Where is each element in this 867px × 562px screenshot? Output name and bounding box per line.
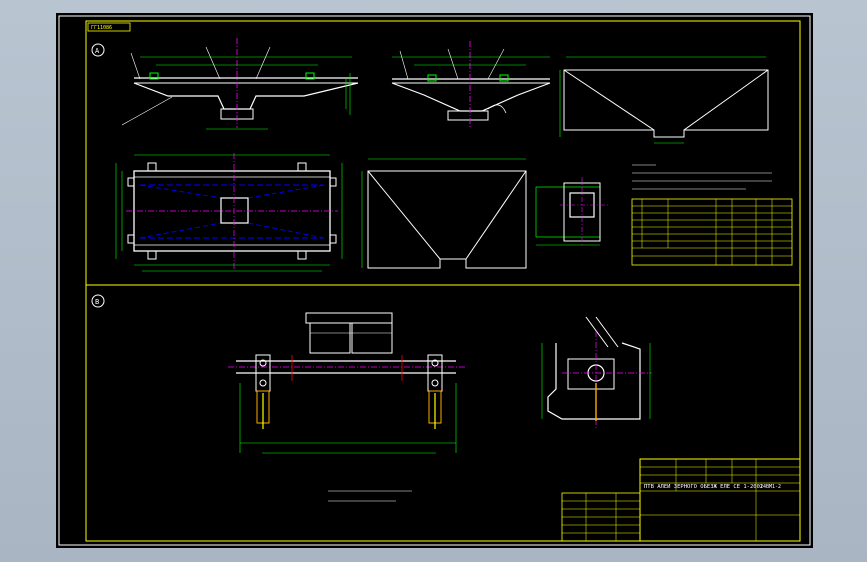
title-block: ПТВ АЛЕИ ЗЕРНОГО ОБЕЗЖ ЕЛЕ СЕ 1-2002 14В… [561, 458, 801, 542]
section-b-notes [328, 490, 412, 502]
drawing-sheet: ГГ11086 A B ПТВ АЛЕИ ЗЕРНОГО ОБЕЗЖ ЕЛЕ С… [56, 13, 813, 548]
inner-frame [85, 20, 801, 542]
side-plate-development [361, 158, 527, 269]
drawing-canvas: ГГ11086 A B ПТВ АЛЕИ ЗЕРНОГО ОБЕЗЖ ЕЛЕ С… [58, 15, 811, 546]
hopper-side-view [391, 41, 551, 129]
title-block-code: 14ВМ1-2 [760, 484, 781, 490]
flange-detail-view [535, 177, 608, 247]
hopper-plan-view [115, 153, 343, 272]
outer-border [58, 15, 811, 546]
section-a-label: A [95, 47, 100, 55]
rail-assembly-view [228, 312, 466, 454]
section-b-label: B [95, 298, 99, 306]
cad-viewport[interactable]: ГГ11086 A B ПТВ АЛЕИ ЗЕРНОГО ОБЕЗЖ ЕЛЕ С… [0, 0, 867, 562]
clamp-side-view [541, 316, 652, 429]
plate-development-view [559, 56, 769, 144]
technical-notes [632, 164, 772, 190]
title-tag: ГГ11086 [91, 25, 112, 31]
hopper-front-view [121, 38, 359, 130]
title-block-title: ПТВ АЛЕИ ЗЕРНОГО ОБЕЗЖ ЕЛЕ СЕ 1-2002 [644, 484, 763, 490]
parts-list-table [631, 198, 793, 266]
